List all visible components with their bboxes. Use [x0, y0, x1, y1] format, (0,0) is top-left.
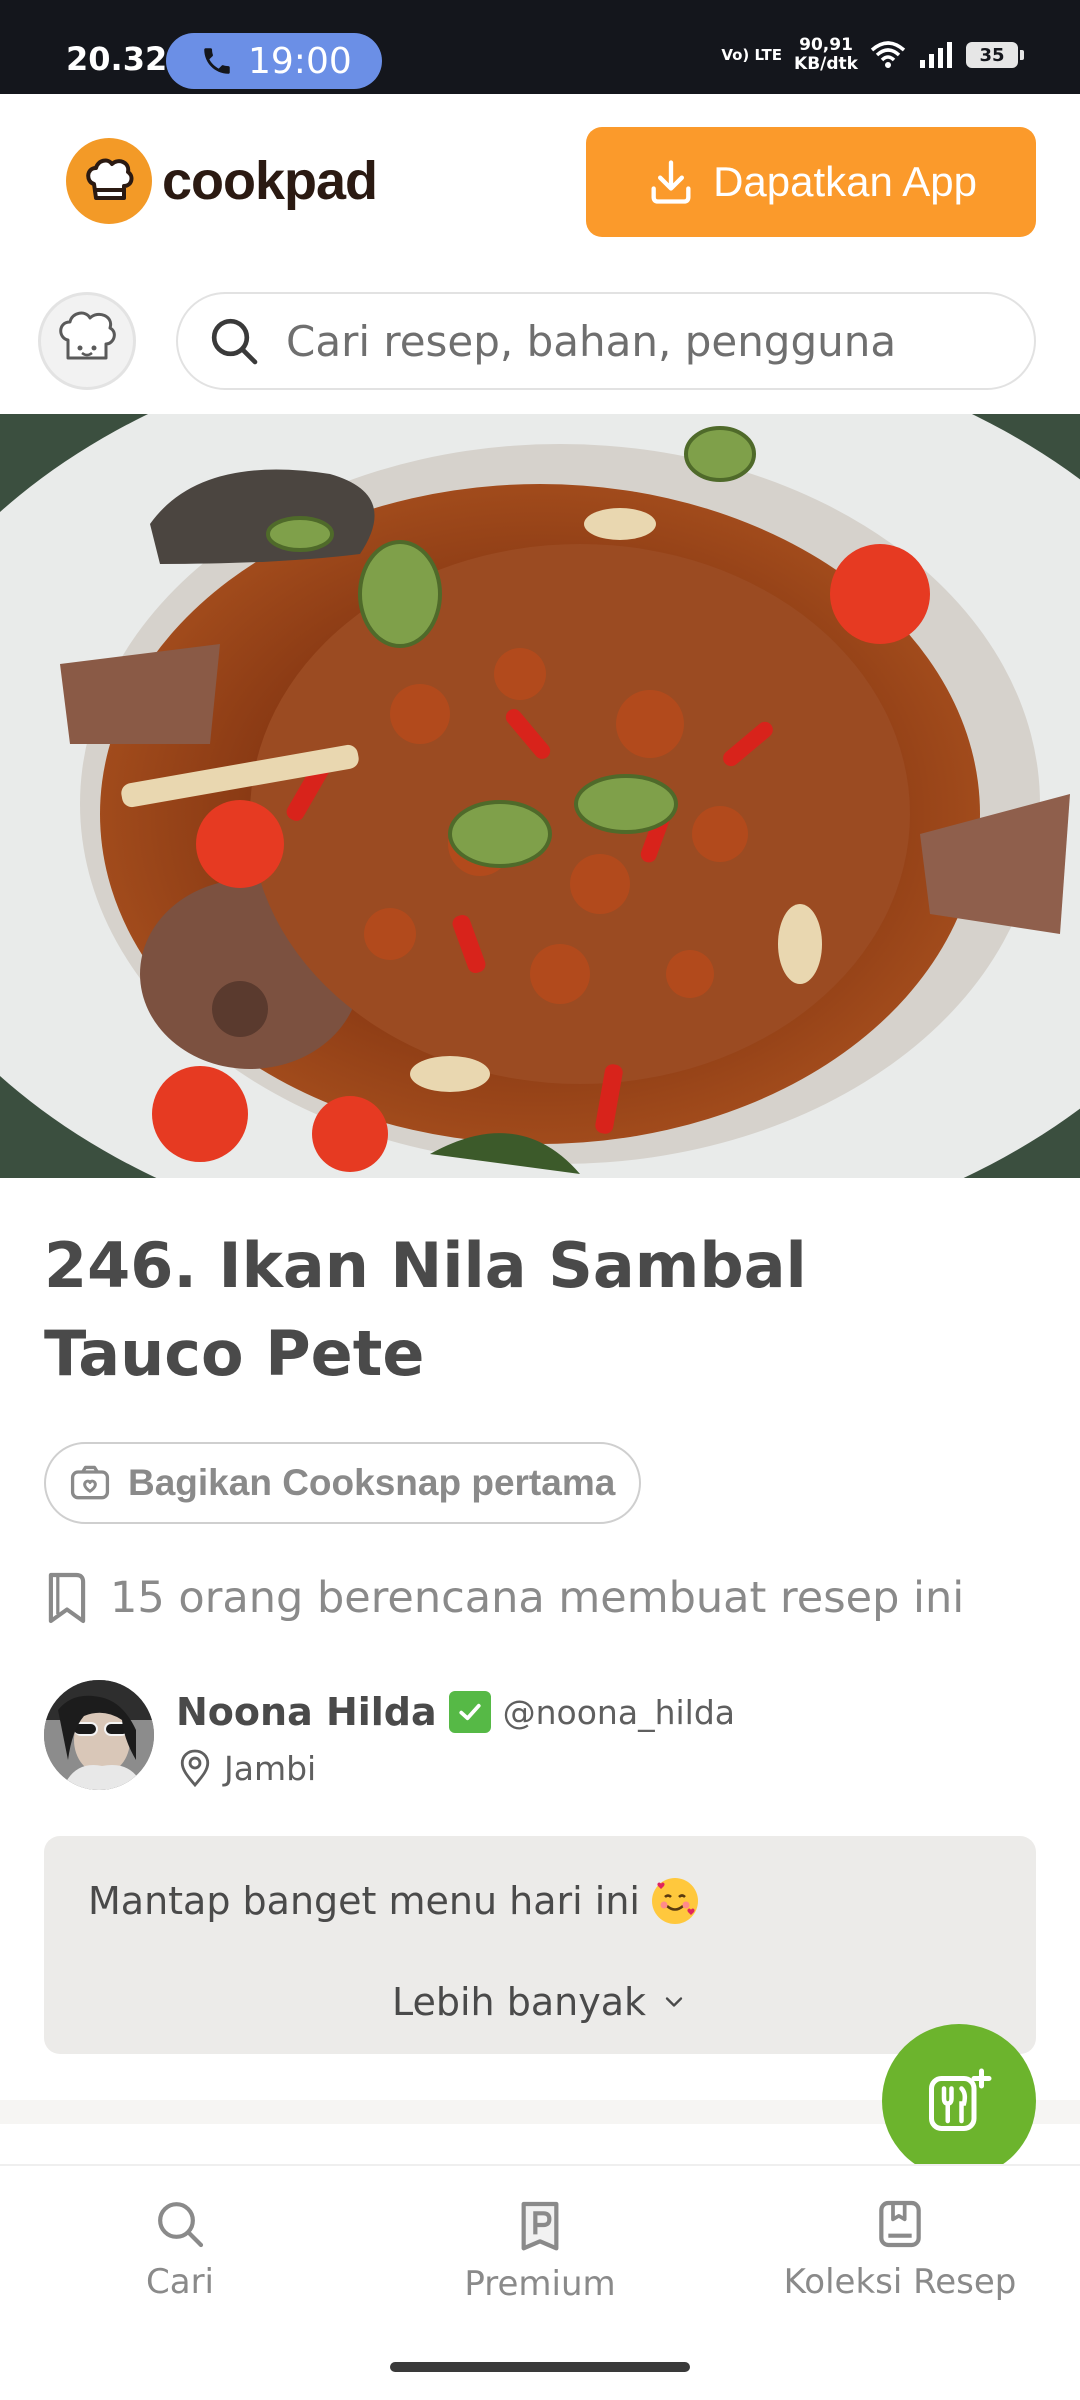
chef-hat-logo-icon	[66, 138, 152, 224]
search-icon	[158, 2202, 204, 2248]
add-recipe-fab[interactable]	[882, 2024, 1036, 2178]
get-app-label: Dapatkan App	[713, 158, 977, 205]
planned-count-text: 15 orang berencana membuat resep ini	[110, 1573, 965, 1623]
location-pin-icon	[180, 1749, 210, 1788]
search-input[interactable]: Cari resep, bahan, pengguna	[176, 292, 1036, 390]
author-name: Noona Hilda	[176, 1690, 437, 1734]
network-type-label: Vo) LTE	[721, 45, 783, 64]
phone-icon	[204, 48, 230, 74]
story-text-row: Mantap banget menu hari ini	[88, 1878, 698, 1924]
search-row: Cari resep, bahan, pengguna	[0, 270, 1080, 414]
nav-item-premium[interactable]: Premium	[400, 2196, 680, 2304]
nav-label-collection: Koleksi Resep	[783, 2262, 1017, 2302]
get-app-button[interactable]: Dapatkan App	[586, 127, 1036, 237]
brand-name: cookpad	[162, 151, 378, 211]
recipe-photo-illustration	[0, 414, 1080, 1178]
collection-icon	[879, 2200, 921, 2248]
bookmark-icon	[48, 1572, 86, 1624]
verified-check-icon	[448, 1691, 491, 1733]
recipe-photo[interactable]	[0, 414, 1080, 1178]
nav-item-search[interactable]: Cari	[40, 2196, 320, 2302]
smiling-hearts-emoji-icon	[651, 1878, 698, 1924]
user-avatar[interactable]	[38, 292, 136, 390]
story-text: Mantap banget menu hari ini	[88, 1879, 640, 1923]
author-name-row: Noona Hilda @noona_hilda	[176, 1690, 735, 1734]
home-indicator[interactable]	[390, 2362, 690, 2372]
download-icon	[651, 160, 691, 204]
share-cooksnap-label: Bagikan Cooksnap pertama	[128, 1462, 616, 1503]
author-location-text: Jambi	[224, 1748, 317, 1788]
nav-item-collection[interactable]: Koleksi Resep	[760, 2196, 1040, 2302]
chef-face-icon	[59, 311, 116, 360]
network-speed-value: 90,91	[799, 35, 853, 55]
call-duration: 19:00	[248, 40, 352, 82]
cookpad-logo[interactable]: cookpad	[66, 138, 378, 224]
planned-count: 15 orang berencana membuat resep ini	[44, 1570, 964, 1626]
recipe-story: Mantap banget menu hari ini Lebih banyak	[44, 1836, 1036, 2054]
status-time: 20.32	[66, 40, 168, 78]
author-card[interactable]: Noona Hilda @noona_hilda Jambi	[44, 1680, 1044, 1790]
network-speed: 90,91 KB/dtk	[794, 36, 858, 74]
chevron-down-icon	[665, 1997, 683, 2007]
camera-heart-icon	[70, 1465, 110, 1500]
status-icons: Vo) LTE 90,91 KB/dtk 35	[721, 36, 1024, 74]
cutlery-plus-icon	[929, 2068, 992, 2131]
nav-label-search: Cari	[146, 2262, 214, 2302]
network-speed-unit: KB/dtk	[794, 54, 858, 74]
author-handle: @noona_hilda	[502, 1692, 735, 1732]
status-bar: 20.32 19:00 Vo) LTE 90,91 KB/dtk 35	[0, 0, 1080, 94]
search-icon	[211, 318, 258, 365]
battery-indicator: 35	[966, 42, 1024, 68]
app-header: cookpad Dapatkan App	[0, 94, 1080, 270]
search-placeholder: Cari resep, bahan, pengguna	[286, 316, 897, 366]
recipe-title: 246. Ikan Nila Sambal Tauco Pete	[44, 1229, 807, 1390]
premium-icon	[521, 2201, 559, 2251]
wifi-icon	[870, 41, 906, 68]
ongoing-call-chip[interactable]: 19:00	[166, 33, 382, 89]
nav-label-premium: Premium	[464, 2264, 616, 2304]
signal-icon	[920, 42, 952, 68]
show-more-button[interactable]: Lebih banyak	[44, 1980, 1036, 2024]
author-location: Jambi	[178, 1748, 316, 1788]
share-cooksnap-button[interactable]: Bagikan Cooksnap pertama	[44, 1442, 642, 1524]
show-more-label: Lebih banyak	[392, 1980, 646, 2024]
author-avatar[interactable]	[44, 1680, 154, 1790]
